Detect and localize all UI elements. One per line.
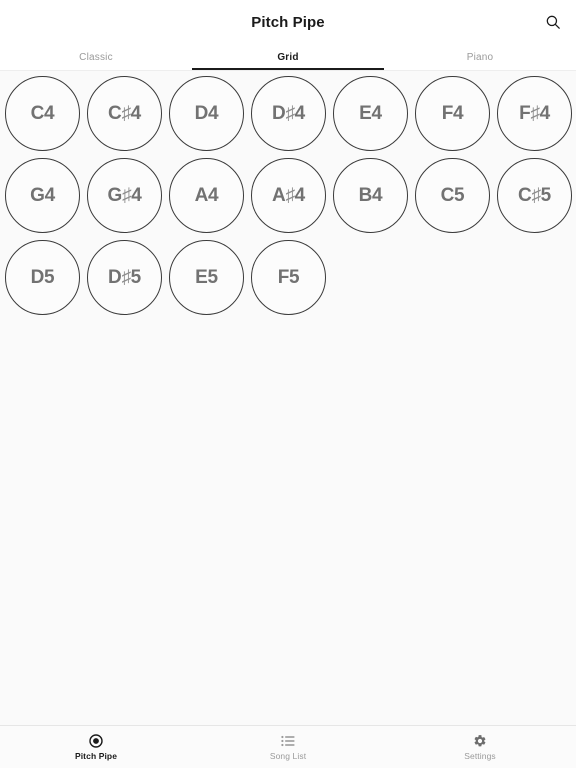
pitch-grid-area: C4 C♯4 D4 D♯4 E4 F4 F♯4 G4 G♯4 A4 A♯4 B4 C5 C♯5 D5 D♯5 E… — [0, 71, 576, 726]
tab-label: Piano — [466, 51, 494, 63]
note-label: B4 — [358, 184, 383, 206]
note-label: G4 — [30, 184, 55, 206]
search-icon — [545, 14, 561, 30]
note-button[interactable]: E4 — [333, 76, 408, 151]
page-title: Pitch Pipe — [251, 13, 325, 31]
nav-item-settings[interactable]: Settings — [384, 726, 576, 768]
note-label: C♯4 — [108, 102, 141, 124]
note-label: G♯4 — [107, 184, 142, 206]
search-button[interactable] — [538, 7, 568, 37]
note-button[interactable]: C4 — [5, 76, 80, 151]
note-button[interactable]: A4 — [169, 158, 244, 233]
note-grid: C4 C♯4 D4 D♯4 E4 F4 F♯4 G4 G♯4 A4 A♯4 B4 C5 C♯5 D5 D♯5 E… — [0, 71, 576, 322]
note-label: D♯5 — [108, 266, 141, 288]
note-label: D4 — [194, 102, 219, 124]
note-button[interactable]: D4 — [169, 76, 244, 151]
tab-piano[interactable]: Piano — [384, 44, 576, 70]
note-label: A4 — [194, 184, 219, 206]
note-label: A♯4 — [272, 184, 305, 206]
note-label: C5 — [440, 184, 465, 206]
note-button[interactable]: F5 — [251, 240, 326, 315]
note-button[interactable]: G4 — [5, 158, 80, 233]
tab-grid[interactable]: Grid — [192, 44, 384, 70]
nav-label: Pitch Pipe — [74, 751, 118, 761]
note-button[interactable]: F♯4 — [497, 76, 572, 151]
nav-item-pitch-pipe[interactable]: Pitch Pipe — [0, 726, 192, 768]
note-button[interactable]: D♯5 — [87, 240, 162, 315]
note-button[interactable]: B4 — [333, 158, 408, 233]
note-label: F5 — [277, 266, 300, 288]
note-button[interactable]: C5 — [415, 158, 490, 233]
nav-label: Song List — [269, 751, 307, 761]
note-label: E5 — [195, 266, 218, 288]
mode-tab-bar: Classic Grid Piano — [0, 44, 576, 71]
note-label: F♯4 — [519, 102, 550, 124]
note-label: C4 — [30, 102, 55, 124]
bottom-navigation: Pitch Pipe Song List Settings — [0, 725, 576, 768]
note-button[interactable]: D5 — [5, 240, 80, 315]
note-button[interactable]: D♯4 — [251, 76, 326, 151]
list-icon — [281, 733, 295, 748]
note-button[interactable]: A♯4 — [251, 158, 326, 233]
tab-label: Grid — [277, 51, 299, 63]
note-label: F4 — [441, 102, 464, 124]
tab-label: Classic — [79, 51, 113, 63]
note-label: E4 — [359, 102, 382, 124]
tab-classic[interactable]: Classic — [0, 44, 192, 70]
note-label: D♯4 — [272, 102, 305, 124]
app-bar: Pitch Pipe — [0, 0, 576, 44]
note-label: C♯5 — [518, 184, 551, 206]
nav-label: Settings — [464, 751, 496, 761]
note-button[interactable]: E5 — [169, 240, 244, 315]
note-button[interactable]: F4 — [415, 76, 490, 151]
nav-item-song-list[interactable]: Song List — [192, 726, 384, 768]
record-circle-icon — [89, 733, 103, 748]
note-button[interactable]: C♯4 — [87, 76, 162, 151]
note-label: D5 — [30, 266, 55, 288]
note-button[interactable]: C♯5 — [497, 158, 572, 233]
gear-icon — [473, 733, 487, 748]
note-button[interactable]: G♯4 — [87, 158, 162, 233]
